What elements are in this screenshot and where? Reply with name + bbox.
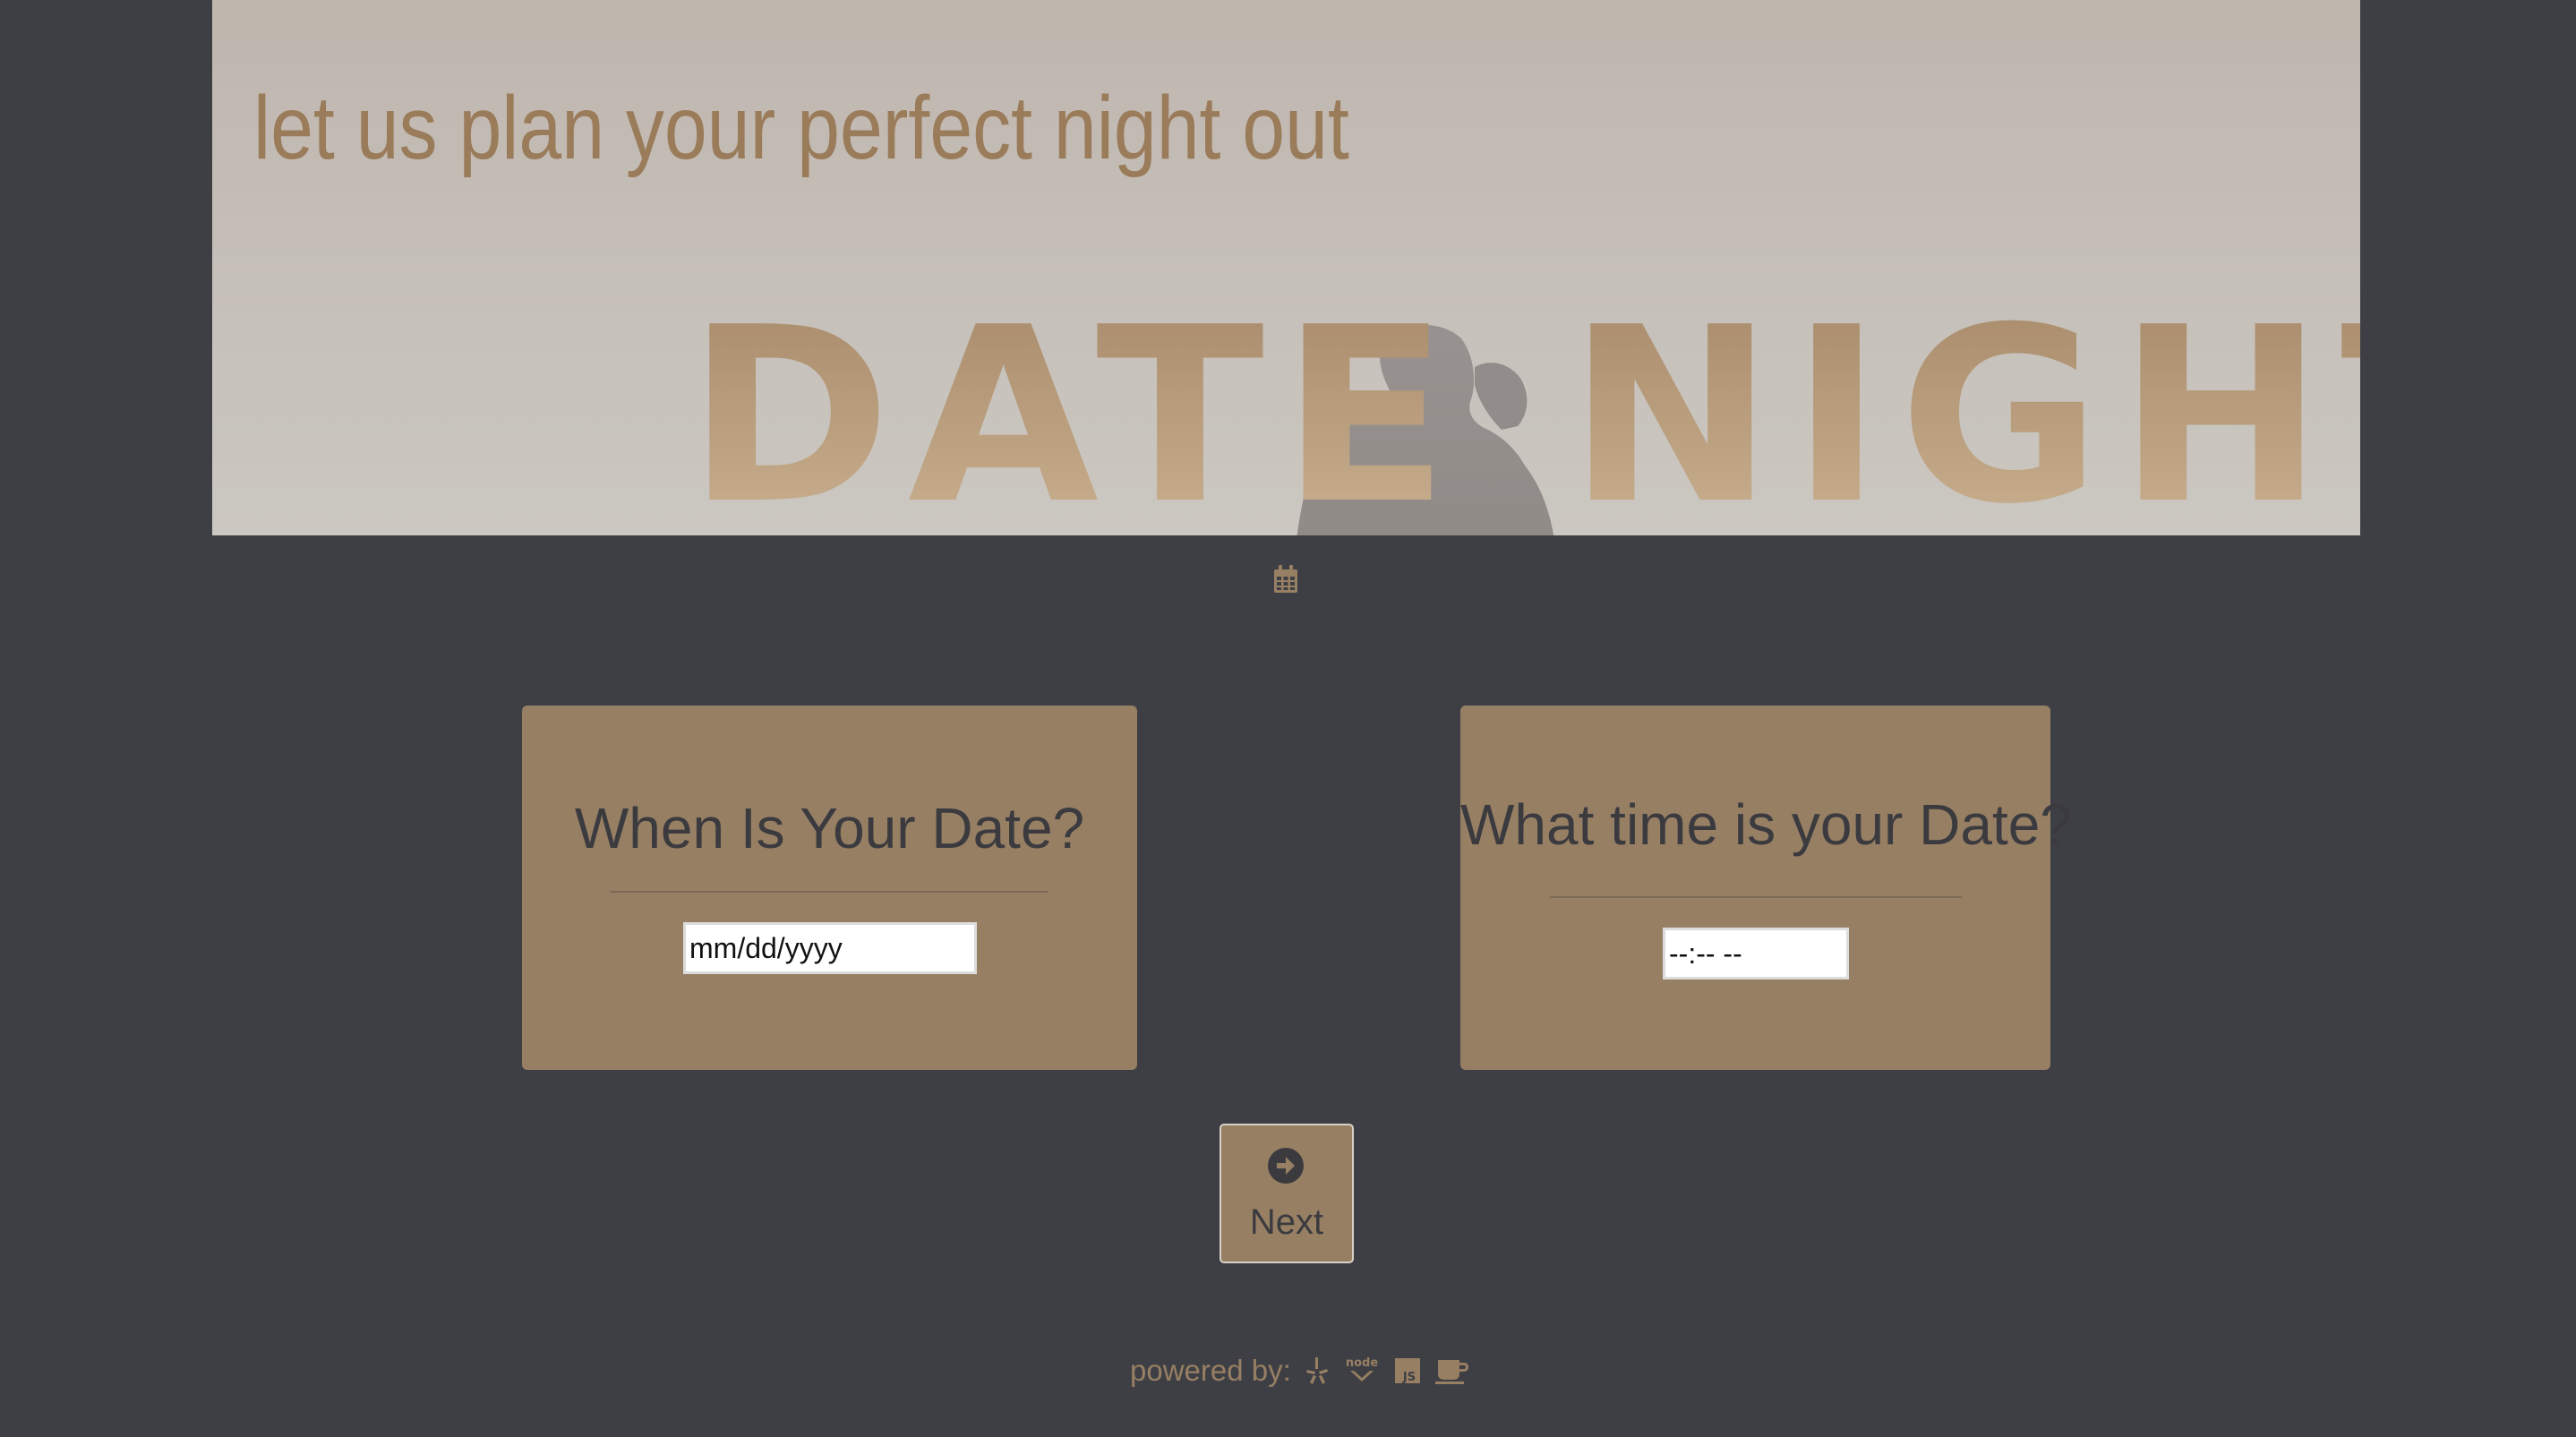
date-input[interactable]: mm/dd/yyyy (683, 922, 977, 974)
date-card-title: When Is Your Date? (574, 796, 1085, 860)
time-card-title: What time is your Date? (1460, 792, 2072, 857)
hero-tagline: let us plan your perfect night out (253, 78, 1349, 178)
powered-by-label: powered by: (1130, 1354, 1291, 1388)
date-card-divider (610, 891, 1048, 893)
date-card: When Is Your Date? mm/dd/yyyy (522, 706, 1137, 1070)
next-button-label: Next (1249, 1202, 1324, 1242)
footer: powered by: node JS (1130, 1352, 1470, 1391)
coffee-icon (1435, 1360, 1469, 1385)
svg-text:node: node (1346, 1356, 1378, 1370)
hero-banner: let us plan your perfect night out DATE … (212, 0, 2360, 535)
date-night-logo: DATE NIGHT (687, 295, 2360, 536)
svg-text:JS: JS (1402, 1371, 1416, 1384)
yelp-icon (1305, 1357, 1328, 1385)
next-button[interactable]: Next (1220, 1124, 1354, 1263)
time-input[interactable]: --:-- -- (1663, 928, 1849, 979)
javascript-icon: JS (1395, 1358, 1421, 1384)
time-card: What time is your Date? --:-- -- (1460, 706, 2072, 1070)
calendar-icon (1274, 565, 1297, 593)
nodejs-icon: node (1346, 1356, 1378, 1382)
time-card-divider (1550, 896, 1962, 898)
arrow-circle-right-icon (1268, 1148, 1304, 1184)
